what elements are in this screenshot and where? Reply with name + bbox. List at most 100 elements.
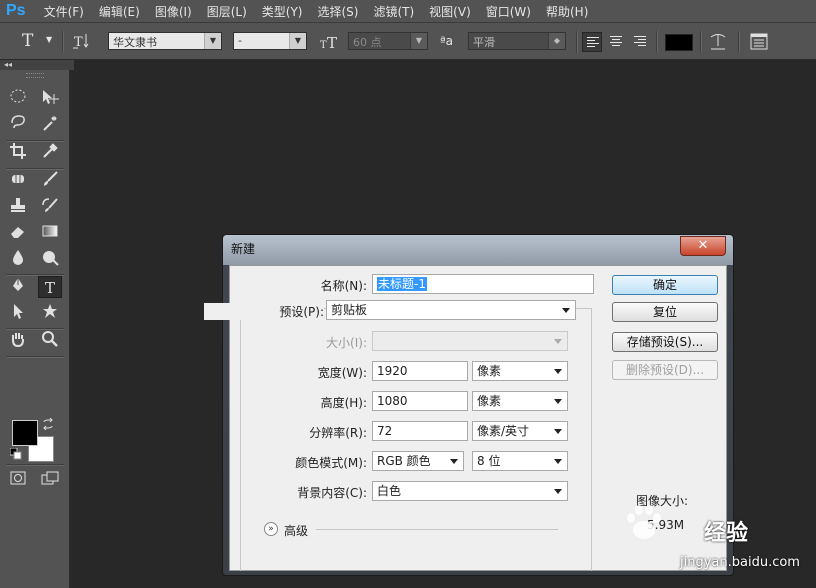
close-icon: ✕ (697, 238, 709, 253)
chevron-down-icon (554, 459, 562, 464)
marquee-tool-icon[interactable] (6, 88, 30, 110)
swap-colors-icon[interactable] (42, 417, 54, 433)
menu-bar: Ps 文件(F) 编辑(E) 图像(I) 图层(L) 类型(Y) 选择(S) 滤… (0, 0, 816, 22)
font-style-select[interactable]: - ▼ (233, 32, 307, 50)
svg-text:T: T (327, 34, 337, 51)
size-label: 大小(I): (326, 336, 367, 350)
panel-grip[interactable] (26, 73, 44, 78)
type-tool-icon[interactable]: T (38, 276, 62, 298)
height-value: 1080 (377, 394, 408, 408)
delete-preset-button: 删除预设(D)... (612, 360, 718, 380)
reset-button[interactable]: 复位 (612, 302, 718, 322)
align-left-icon (587, 37, 599, 49)
eyedropper-tool-icon[interactable] (38, 142, 62, 164)
chevron-down-icon[interactable]: ▼ (46, 35, 52, 44)
character-panel-icon[interactable] (750, 33, 768, 54)
ok-button[interactable]: 确定 (612, 275, 718, 295)
font-size-icon: TT (320, 33, 342, 55)
history-brush-tool-icon[interactable] (38, 196, 62, 218)
font-family-value: 华文隶书 (113, 36, 157, 49)
menu-select[interactable]: 选择(S) (317, 3, 358, 20)
advanced-label[interactable]: 高级 (284, 522, 308, 539)
brush-tool-icon[interactable] (38, 170, 62, 192)
watermark-paw-icon (622, 502, 666, 542)
screen-mode-icon[interactable] (38, 470, 62, 492)
menu-type[interactable]: 类型(Y) (262, 3, 303, 20)
menu-filter[interactable]: 滤镜(T) (373, 3, 414, 20)
lasso-tool-icon[interactable] (6, 114, 30, 136)
hand-tool-icon[interactable] (6, 330, 30, 352)
font-style-value: - (238, 34, 242, 47)
font-family-select[interactable]: 华文隶书 ▼ (108, 32, 222, 50)
text-orientation-icon[interactable]: T (72, 32, 92, 54)
eraser-tool-icon[interactable] (6, 222, 30, 244)
move-tool-icon[interactable] (38, 88, 62, 110)
height-input[interactable]: 1080 (372, 391, 468, 411)
menu-file[interactable]: 文件(F) (44, 3, 84, 20)
quick-mask-icon[interactable] (6, 470, 30, 492)
antialias-select[interactable]: 平滑 ◆ (468, 32, 566, 50)
tools-panel: ◂◂ T (0, 60, 74, 588)
close-button[interactable]: ✕ (680, 236, 726, 256)
width-input[interactable]: 1920 (372, 361, 468, 381)
text-tool-preset-icon[interactable]: T (22, 31, 33, 51)
crop-tool-icon[interactable] (6, 142, 30, 164)
preset-label: 预设(P): (204, 303, 324, 320)
chevron-down-icon (554, 339, 562, 344)
zoom-tool-icon[interactable] (38, 330, 62, 352)
dialog-titlebar[interactable] (223, 235, 733, 265)
name-input[interactable]: 未标题-1 (372, 274, 594, 294)
divider (700, 31, 702, 53)
chevron-down-icon (450, 459, 458, 464)
path-selection-tool-icon[interactable] (6, 302, 30, 324)
pen-tool-icon[interactable] (6, 276, 30, 298)
font-size-select[interactable]: 60 点 ▼ (348, 32, 428, 50)
foreground-color-swatch[interactable] (12, 420, 38, 446)
size-select[interactable] (372, 331, 568, 351)
divider (316, 529, 558, 530)
resolution-value: 72 (377, 424, 393, 438)
divider (6, 464, 64, 466)
preset-value: 剪贴板 (331, 303, 368, 317)
align-center-button[interactable] (606, 32, 626, 52)
menu-layer[interactable]: 图层(L) (207, 3, 247, 20)
color-mode-select[interactable]: RGB 颜色 (372, 451, 464, 471)
magic-wand-tool-icon[interactable] (38, 114, 62, 136)
chevron-updown-icon: ◆ (548, 33, 565, 49)
gradient-tool-icon[interactable] (38, 222, 62, 244)
width-value: 1920 (377, 364, 408, 378)
background-select[interactable]: 白色 (372, 481, 568, 501)
width-unit-select[interactable]: 像素 (472, 361, 568, 381)
align-left-button[interactable] (582, 32, 602, 52)
menu-edit[interactable]: 编辑(E) (99, 3, 140, 20)
menu-view[interactable]: 视图(V) (429, 3, 471, 20)
collapse-panel-icon[interactable]: ◂◂ (0, 60, 74, 70)
warp-text-icon[interactable] (709, 32, 727, 56)
align-right-button[interactable] (630, 32, 650, 52)
blur-tool-icon[interactable] (6, 248, 30, 270)
menu-help[interactable]: 帮助(H) (546, 3, 588, 20)
healing-brush-tool-icon[interactable] (6, 170, 30, 192)
chevron-down-icon (554, 369, 562, 374)
watermark-url: jingyan.baidu.com (680, 555, 800, 570)
dodge-tool-icon[interactable] (38, 248, 62, 270)
clone-stamp-tool-icon[interactable] (6, 196, 30, 218)
chevron-down-icon: ▼ (410, 33, 427, 49)
antialias-value: 平滑 (473, 36, 495, 49)
resolution-unit-select[interactable]: 像素/英寸 (472, 421, 568, 441)
save-preset-button[interactable]: 存储预设(S)... (612, 332, 718, 352)
name-label: 名称(N): (320, 279, 367, 293)
name-value: 未标题-1 (377, 277, 427, 291)
divider (6, 356, 64, 358)
menu-window[interactable]: 窗口(W) (486, 3, 531, 20)
preset-select[interactable]: 剪贴板 (326, 300, 576, 320)
height-unit-select[interactable]: 像素 (472, 391, 568, 411)
menu-image[interactable]: 图像(I) (155, 3, 192, 20)
bit-depth-select[interactable]: 8 位 (472, 451, 568, 471)
custom-shape-tool-icon[interactable] (38, 302, 62, 324)
background-value: 白色 (377, 484, 402, 498)
advanced-toggle-icon[interactable]: » (264, 522, 278, 536)
text-color-swatch[interactable] (665, 34, 693, 51)
default-colors-icon[interactable] (9, 447, 22, 463)
resolution-input[interactable]: 72 (372, 421, 468, 441)
